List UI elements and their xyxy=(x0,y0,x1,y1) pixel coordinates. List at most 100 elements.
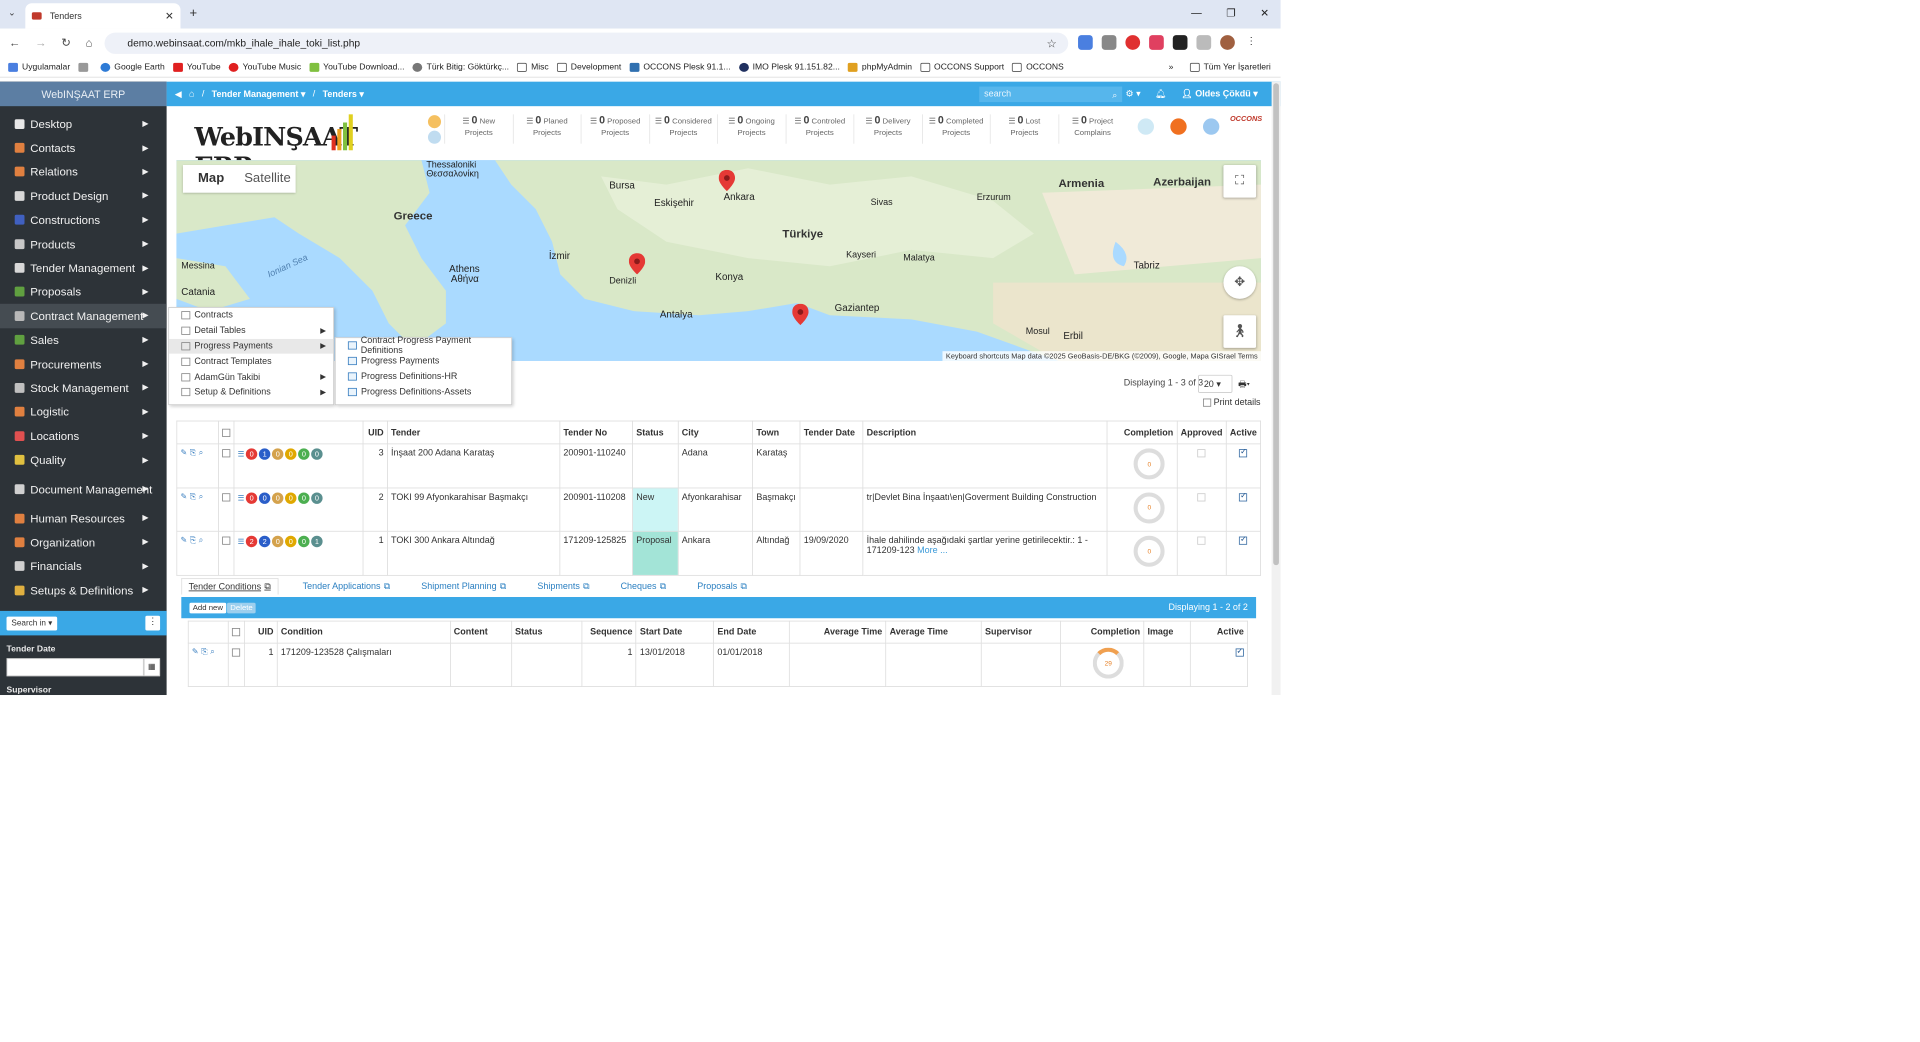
bell-icon[interactable]: 🔔︎ xyxy=(1155,88,1166,99)
bookmark-item[interactable]: YouTube Music xyxy=(228,62,301,72)
submenu-item-progress-payments[interactable]: Progress Payments xyxy=(336,353,512,368)
map-camera-control[interactable]: ✥ xyxy=(1223,266,1257,299)
project-stat[interactable]: ☰ 0 Lost Projects xyxy=(989,114,1058,144)
print-details-toggle[interactable]: Print details xyxy=(1202,398,1261,408)
project-stat[interactable]: ☰ 0 Controled Projects xyxy=(785,114,853,144)
forward-icon[interactable]: → xyxy=(35,36,46,50)
edit-icon[interactable]: ✎ xyxy=(180,536,187,545)
column-header[interactable]: Active xyxy=(1189,620,1248,644)
select-all-checkbox[interactable] xyxy=(222,428,231,437)
map-marker-icon[interactable] xyxy=(792,303,809,326)
bookmark-item[interactable]: Uygulamalar xyxy=(8,62,70,72)
column-header[interactable]: Average Time xyxy=(789,620,887,644)
search-input[interactable]: search ⌕ xyxy=(979,86,1123,103)
external-link-icon[interactable]: ⧉ xyxy=(583,581,589,592)
brand-title[interactable]: WebINŞAAT ERP xyxy=(0,81,167,107)
menu-item-contracts[interactable]: Contracts xyxy=(169,308,333,323)
column-header[interactable]: Approved xyxy=(1176,420,1227,445)
project-stat[interactable]: ☰ 0 Delivery Projects xyxy=(853,114,921,144)
copy-icon[interactable]: ⎘ xyxy=(201,648,208,657)
bookmark-item[interactable]: Google Earth xyxy=(100,62,165,72)
sidebar-item-relations[interactable]: Relations ▶ xyxy=(0,160,167,184)
page-size-select[interactable]: 20 ▾ xyxy=(1198,374,1233,393)
reload-icon[interactable]: ↻ xyxy=(61,36,71,50)
count-badge[interactable]: 0 xyxy=(258,492,271,504)
menu-item-detail-tables[interactable]: Detail Tables ▶ xyxy=(169,323,333,338)
close-window-icon[interactable]: ✕ xyxy=(1260,7,1269,20)
new-tab-icon[interactable]: + xyxy=(189,7,197,22)
count-badge[interactable]: 0 xyxy=(285,448,297,460)
count-badge[interactable]: 0 xyxy=(272,535,284,548)
extension-icon[interactable] xyxy=(1125,35,1141,50)
bookmark-folder[interactable]: Misc xyxy=(517,62,549,72)
sidebar-item-locations[interactable]: Locations ▶ xyxy=(0,424,167,448)
user-menu[interactable]: 👤︎ Oldes Çökdü ▾ xyxy=(1181,88,1257,99)
column-header[interactable]: Town xyxy=(752,420,801,445)
edit-icon[interactable]: ✎ xyxy=(180,492,187,501)
column-header[interactable]: Completion xyxy=(1106,420,1178,445)
list-icon[interactable]: ☰ xyxy=(238,536,245,547)
count-badge[interactable]: 0 xyxy=(272,448,284,460)
tab-tender-applications[interactable]: Tender Applications ⧉ xyxy=(296,578,397,594)
table-row[interactable]: ✎ ⎘ ⌕ ☰ 0 1 0 0 0 0 3 İnşaat 200 Adana Karataş 20090… xyxy=(176,443,1261,489)
map[interactable]: Map Satellite Thessaloniki Θεσσαλονίκη G… xyxy=(176,160,1261,361)
row-checkbox[interactable] xyxy=(222,536,231,545)
home-icon[interactable]: ⌂ xyxy=(189,89,194,99)
bookmark-item[interactable]: YouTube Download... xyxy=(309,62,405,72)
map-marker-icon[interactable] xyxy=(628,253,646,275)
column-header[interactable]: Active xyxy=(1225,420,1261,445)
sidebar-item-tender-management[interactable]: Tender Management ▶ xyxy=(0,256,167,280)
cell-tender[interactable]: TOKI 99 Afyonkarahisar Başmakçı xyxy=(386,487,561,532)
external-link-icon[interactable]: ⧉ xyxy=(384,581,390,592)
bookmark-item[interactable] xyxy=(78,62,92,72)
external-link-icon[interactable]: ⧉ xyxy=(660,581,666,592)
project-stat[interactable]: ☰ 0 Planed Projects xyxy=(512,114,580,144)
tab-shipments[interactable]: Shipments ⧉ xyxy=(531,578,596,594)
tab-shipment-planning[interactable]: Shipment Planning ⧉ xyxy=(415,578,513,594)
column-header[interactable]: Content xyxy=(449,620,512,644)
count-badge[interactable]: 0 xyxy=(245,492,258,504)
copy-icon[interactable]: ⎘ xyxy=(190,536,197,545)
avatar[interactable] xyxy=(1220,35,1235,50)
column-header[interactable]: Supervisor xyxy=(980,620,1061,644)
row-checkbox[interactable] xyxy=(232,648,241,657)
more-link[interactable]: More ... xyxy=(917,546,947,556)
tab-tender-conditions[interactable]: Tender Conditions ⧉ xyxy=(181,578,279,595)
copy-icon[interactable]: ⎘ xyxy=(190,492,197,501)
bookmark-folder[interactable]: OCCONS xyxy=(1012,62,1064,72)
tab-cheques[interactable]: Cheques ⧉ xyxy=(614,578,673,594)
sidebar-item-organization[interactable]: Organization ▶ xyxy=(0,530,167,554)
breadcrumb-tender-management[interactable]: Tender Management ▾ xyxy=(212,89,306,99)
breadcrumb-tenders[interactable]: Tenders ▾ xyxy=(323,89,364,99)
project-stat[interactable]: ☰ 0 Completed Projects xyxy=(921,114,990,144)
tab-satellite[interactable]: Satellite xyxy=(239,165,295,193)
bookmark-folder[interactable]: OCCONS Support xyxy=(920,62,1004,72)
tab-map[interactable]: Map xyxy=(183,165,239,193)
sidebar-item-document-management[interactable]: Document Management ▶ xyxy=(0,472,167,506)
tender-date-field[interactable] xyxy=(6,658,144,677)
sidebar-item-contract-management[interactable]: Contract Management ▶ xyxy=(0,303,167,328)
column-header[interactable]: Condition xyxy=(276,620,451,644)
project-stat[interactable]: ☰ 0 Project Complains xyxy=(1058,114,1126,144)
row-checkbox[interactable] xyxy=(222,493,231,502)
active-checkbox[interactable] xyxy=(1239,448,1248,458)
view-icon[interactable]: ⌕ xyxy=(210,648,215,657)
extension-icon[interactable] xyxy=(1101,35,1117,50)
count-badge[interactable]: 0 xyxy=(298,448,310,460)
print-icon[interactable]: 🖶︎▾ xyxy=(1238,377,1250,393)
column-header[interactable]: Status xyxy=(632,420,679,445)
view-icon[interactable]: ⌕ xyxy=(199,536,204,545)
count-badge[interactable]: 1 xyxy=(258,448,271,460)
cell-tender[interactable]: TOKI 300 Ankara Altındağ xyxy=(386,531,561,576)
column-header[interactable]: Tender xyxy=(386,420,561,445)
extension-icon[interactable] xyxy=(1149,35,1164,50)
column-header[interactable]: Start Date xyxy=(635,620,715,644)
column-header[interactable]: UID xyxy=(362,420,388,445)
column-header[interactable]: UID xyxy=(244,620,278,644)
active-checkbox[interactable] xyxy=(1239,535,1248,545)
sidebar-item-human-resources[interactable]: Human Resources ▶ xyxy=(0,506,167,530)
count-badge[interactable]: 0 xyxy=(298,535,310,548)
alert-icon[interactable] xyxy=(1170,118,1187,135)
more-icon[interactable]: ⋮ xyxy=(145,615,161,631)
delete-button[interactable]: Delete xyxy=(227,602,257,614)
